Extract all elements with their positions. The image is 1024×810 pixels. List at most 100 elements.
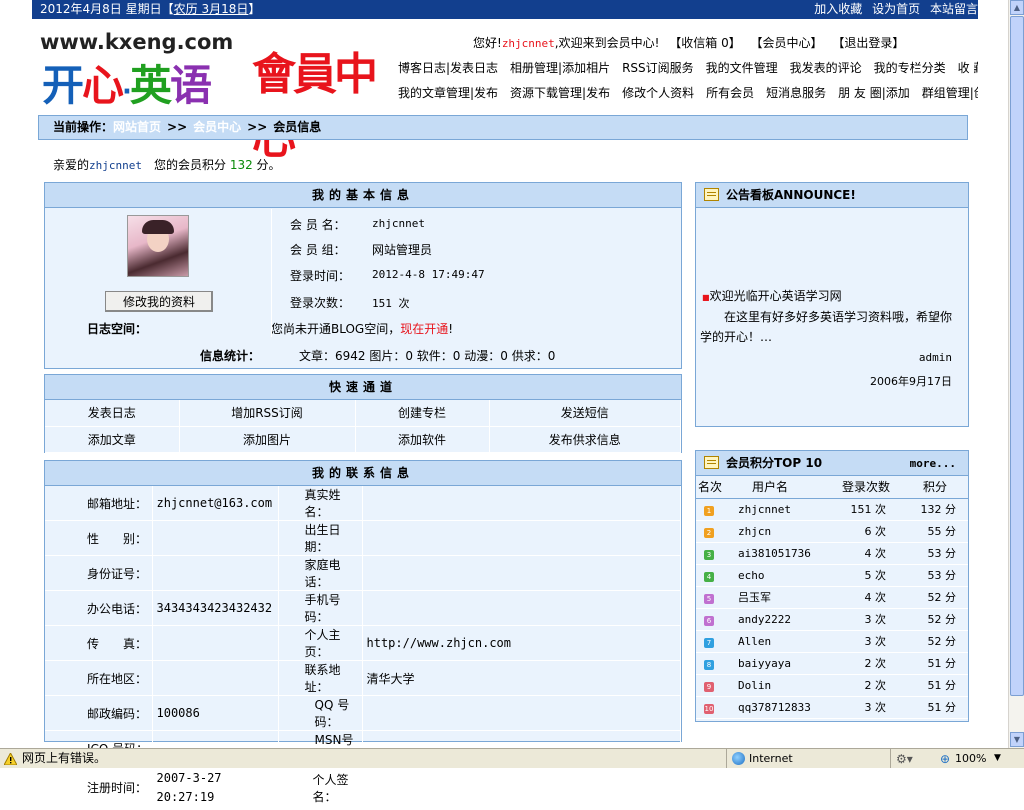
- rank-points: 53 分: [902, 542, 968, 565]
- rank-logins: 5 次: [830, 564, 902, 587]
- rank-points: 52 分: [902, 586, 968, 609]
- col-logins-header: 登录次数: [830, 476, 902, 499]
- blog-label: 日志空间：: [87, 322, 148, 336]
- rank-badge-icon: 10: [704, 703, 714, 714]
- rank-cell: 9: [696, 674, 730, 697]
- welcome-username[interactable]: zhjcnnet: [502, 37, 555, 50]
- rank-username[interactable]: Dolin: [730, 674, 830, 697]
- rank-username[interactable]: echo: [730, 564, 830, 587]
- top10-row: 8 baiyyaya 2 次 51 分: [696, 652, 968, 675]
- contact-value: 2007-3-27 20:27:19: [152, 765, 279, 810]
- announcement-headline-text[interactable]: 欢迎光临开心英语学习网: [710, 289, 842, 303]
- top10-more-link[interactable]: more...: [910, 451, 956, 476]
- site-logo[interactable]: www.kxeng.com 开心·英语 會員中心: [40, 30, 380, 164]
- edit-profile-button[interactable]: 修改我的资料: [105, 291, 213, 312]
- nav-row-2-text[interactable]: 我的文章管理|发布 资源下载管理|发布 修改个人资料 所有会员 短消息服务 朋 …: [398, 86, 978, 100]
- quick-channel-panel: 快速通道 发表日志 增加RSS订阅 创建专栏 发送短信 添加文章 添加图片 添加…: [44, 374, 682, 453]
- quick-add-picture[interactable]: 添加图片: [179, 426, 356, 453]
- warning-icon[interactable]: [3, 751, 18, 766]
- hello-suffix: 分。: [252, 158, 281, 172]
- member-nav-row-1[interactable]: 博客日志|发表日志 相册管理|添加相片 RSS订阅服务 我的文件管理 我发表的评…: [398, 59, 978, 76]
- breadcrumb-sep: >>: [247, 120, 268, 134]
- nav-row-1-text[interactable]: 博客日志|发表日志 相册管理|添加相片 RSS订阅服务 我的文件管理 我发表的评…: [398, 61, 978, 75]
- logo-url: www.kxeng.com: [40, 30, 234, 54]
- quick-channel-title: 快速通道: [45, 375, 681, 400]
- quick-post-blog[interactable]: 发表日志: [45, 400, 180, 427]
- member-nav-row-2[interactable]: 我的文章管理|发布 资源下载管理|发布 修改个人资料 所有会员 短消息服务 朋 …: [398, 84, 978, 101]
- rank-logins: 4 次: [830, 542, 902, 565]
- rank-username[interactable]: qq378712833: [730, 696, 830, 719]
- vertical-scrollbar[interactable]: ▲ ▼: [1008, 0, 1024, 748]
- open-blog-link[interactable]: 现在开通: [400, 322, 448, 336]
- contact-label: 联系地址：: [278, 660, 363, 696]
- username-label: 会 员 名：: [290, 218, 346, 232]
- rank-username[interactable]: zhjcn: [730, 520, 830, 543]
- rank-badge-icon: 4: [704, 571, 714, 582]
- blog-end: !: [448, 322, 454, 336]
- guestbook-link[interactable]: 本站留言: [930, 2, 978, 16]
- contact-label: 真实姓名：: [278, 486, 363, 521]
- member-center-link[interactable]: 【会员中心】: [751, 36, 823, 50]
- protected-mode-icon[interactable]: ⚙▾: [896, 750, 913, 769]
- login-count-value: 151 次: [372, 297, 410, 310]
- quick-send-message[interactable]: 发送短信: [489, 400, 681, 427]
- contact-value: zhjcnnet@163.com: [152, 486, 279, 521]
- quick-post-supply[interactable]: 发布供求信息: [489, 426, 681, 453]
- rank-points: 52 分: [902, 630, 968, 653]
- rank-points: 51 分: [902, 652, 968, 675]
- announcement-headline[interactable]: ■欢迎光临开心英语学习网: [702, 287, 842, 304]
- zoom-dropdown-icon[interactable]: ▼: [994, 749, 1001, 768]
- rank-username[interactable]: baiyyaya: [730, 652, 830, 675]
- contact-label: 身份证号：: [45, 555, 153, 591]
- rank-username[interactable]: 吕玉军: [730, 586, 830, 609]
- notice-icon: [704, 456, 719, 469]
- lunar-date-link[interactable]: 农历 3月18日: [174, 2, 249, 16]
- announcement-author: admin: [918, 351, 952, 364]
- contact-label: 办公电话：: [45, 590, 153, 626]
- rank-logins: 6 次: [830, 520, 902, 543]
- member-points: 132: [229, 158, 253, 172]
- contact-value: [152, 520, 279, 556]
- breadcrumb: 当前操作：网站首页 >> 会员中心 >> 会员信息: [38, 115, 968, 140]
- logout-link[interactable]: 【退出登录】: [832, 36, 904, 50]
- breadcrumb-home[interactable]: 网站首页: [113, 120, 161, 134]
- rank-username[interactable]: ai381051736: [730, 542, 830, 565]
- inbox-link[interactable]: 【收信箱 0】: [669, 36, 740, 50]
- rank-cell: 7: [696, 630, 730, 653]
- quick-add-rss[interactable]: 增加RSS订阅: [179, 400, 356, 427]
- set-homepage-link[interactable]: 设为首页: [872, 2, 920, 16]
- logo-dot: ·: [122, 77, 132, 107]
- quick-add-article[interactable]: 添加文章: [45, 426, 180, 453]
- rank-points: 51 分: [902, 674, 968, 697]
- scroll-down-icon[interactable]: ▼: [1010, 732, 1024, 747]
- rank-username[interactable]: andy2222: [730, 608, 830, 631]
- top-bar: 2012年4月8日 星期日【农历 3月18日】 加入收藏 设为首页 本站留言: [32, 0, 978, 19]
- contact-info-panel: 我的联系信息 邮箱地址： zhjcnnet@163.com 真实姓名： 性 别： 出生…: [44, 460, 682, 810]
- rank-badge-icon: 1: [704, 505, 714, 516]
- zoom-level[interactable]: 100%: [955, 749, 986, 768]
- scroll-up-icon[interactable]: ▲: [1010, 0, 1024, 15]
- breadcrumb-member-center[interactable]: 会员中心: [193, 120, 241, 134]
- scroll-thumb[interactable]: [1010, 16, 1024, 696]
- contact-value: [362, 486, 681, 521]
- announcement-title: 公告看板ANNOUNCE!: [726, 188, 856, 202]
- rank-username[interactable]: zhjcnnet: [730, 498, 830, 521]
- bullet-icon: ■: [702, 293, 710, 302]
- welcome-line: 您好!zhjcnnet,欢迎来到会员中心! 【收信箱 0】 【会员中心】 【退出…: [473, 34, 904, 51]
- quick-add-software[interactable]: 添加软件: [355, 426, 490, 453]
- hello-mid: 您的会员积分: [142, 158, 230, 172]
- rank-logins: 3 次: [830, 630, 902, 653]
- points-top10-panel: 会员积分TOP 10 more... 名次 用户名 登录次数 积分 1 zhjcnn…: [695, 450, 969, 722]
- zoom-icon[interactable]: ⊕: [940, 750, 950, 769]
- quick-create-column[interactable]: 创建专栏: [355, 400, 490, 427]
- blog-text: 您尚未开通BLOG空间，: [271, 322, 401, 336]
- add-favorite-link[interactable]: 加入收藏: [814, 2, 862, 16]
- basic-info-title: 我的基本信息: [45, 183, 681, 208]
- welcome-text: ,欢迎来到会员中心!: [554, 36, 660, 50]
- globe-icon: [732, 752, 745, 765]
- rank-logins: 151 次: [830, 498, 902, 521]
- error-text[interactable]: 网页上有错误。: [22, 749, 106, 768]
- rank-username[interactable]: Allen: [730, 630, 830, 653]
- rank-points: 132 分: [902, 498, 968, 521]
- hello-prefix: 亲爱的: [53, 158, 90, 172]
